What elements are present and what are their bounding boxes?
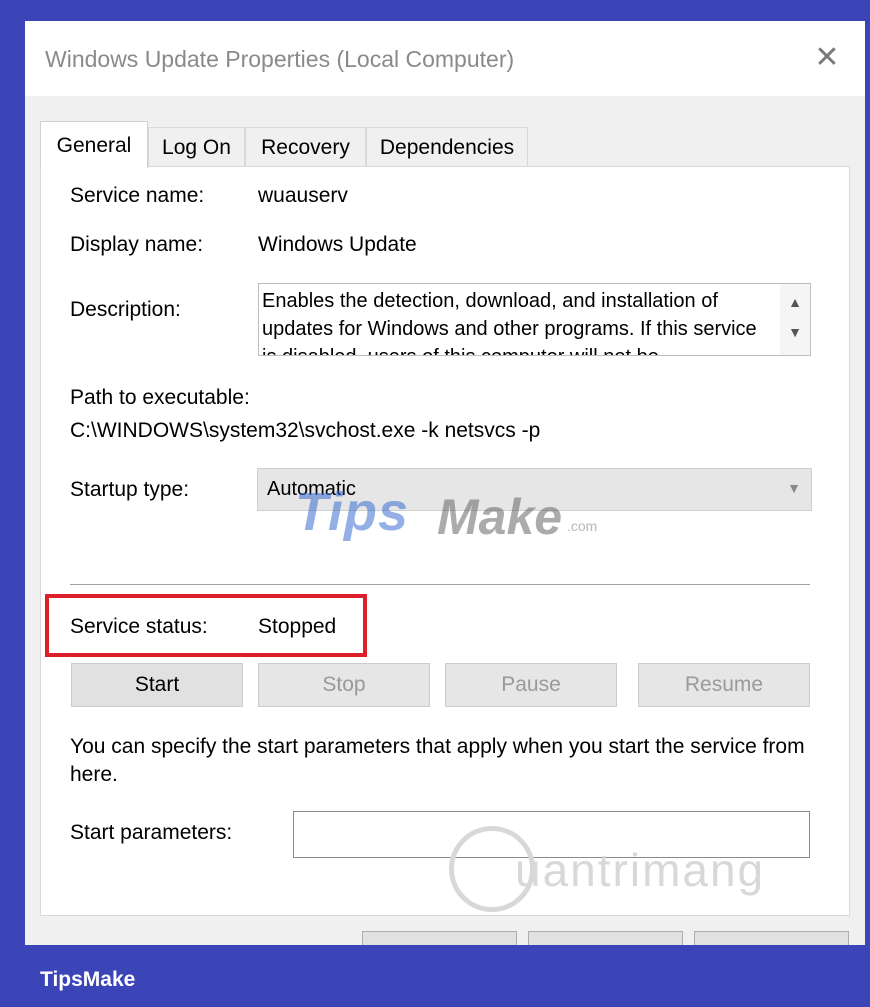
description-box[interactable]: Enables the detection, download, and ins…: [258, 283, 811, 356]
service-name-label: Service name:: [70, 184, 205, 207]
description-scrollbar[interactable]: ▲ ▼: [780, 284, 810, 355]
tab-dependencies[interactable]: Dependencies: [366, 127, 528, 167]
tipsmake-watermark-com: .com: [567, 518, 598, 534]
service-name-value: wuauserv: [258, 184, 348, 207]
start-button[interactable]: Start: [71, 663, 243, 707]
ok-button[interactable]: [362, 931, 517, 945]
display-name-label: Display name:: [70, 233, 204, 256]
quantrimang-watermark: uantrimang: [515, 844, 766, 896]
stop-button[interactable]: Stop: [258, 663, 430, 707]
pause-button[interactable]: Pause: [445, 663, 617, 707]
description-label: Description:: [70, 298, 181, 321]
start-params-label: Start parameters:: [70, 821, 233, 844]
cancel-button[interactable]: [528, 931, 683, 945]
apply-button[interactable]: [694, 931, 849, 945]
display-name-value: Windows Update: [258, 233, 417, 256]
footer-brand: TipsMake: [40, 968, 136, 991]
path-label: Path to executable:: [70, 386, 250, 409]
window-title: Windows Update Properties (Local Compute…: [45, 46, 515, 72]
tipsmake-watermark-make: Make: [437, 489, 563, 545]
chevron-down-icon: ▼: [787, 480, 801, 496]
startup-type-label: Startup type:: [70, 478, 190, 501]
tipsmake-watermark-tips: Tips: [295, 482, 410, 542]
scroll-down-icon[interactable]: ▼: [786, 324, 804, 340]
scroll-up-icon[interactable]: ▲: [786, 294, 804, 310]
path-value: C:\WINDOWS\system32\svchost.exe -k netsv…: [70, 419, 541, 442]
tab-general[interactable]: General: [40, 121, 148, 168]
title-bar: Windows Update Properties (Local Compute…: [25, 21, 865, 96]
separator-line: [70, 584, 810, 585]
properties-dialog: Windows Update Properties (Local Compute…: [25, 21, 865, 945]
tab-recovery[interactable]: Recovery: [245, 127, 366, 167]
tab-log-on[interactable]: Log On: [148, 127, 245, 167]
description-text: Enables the detection, download, and ins…: [262, 290, 757, 355]
resume-button[interactable]: Resume: [638, 663, 810, 707]
close-icon[interactable]: ✕: [812, 43, 842, 73]
status-highlight-box: [45, 594, 367, 657]
start-params-info: You can specify the start parameters tha…: [70, 735, 805, 786]
